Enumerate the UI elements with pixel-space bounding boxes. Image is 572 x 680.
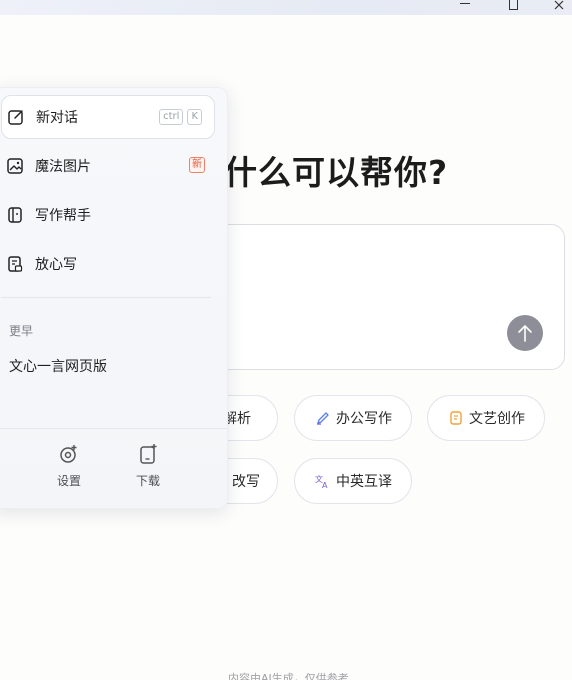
document-icon (447, 409, 465, 427)
close-icon (554, 0, 564, 9)
maximize-icon (508, 0, 518, 10)
history-item[interactable]: 文心一言网页版 (9, 356, 107, 376)
history-section-label: 更早 (9, 324, 34, 338)
divider (0, 428, 227, 429)
sidebar-item-new-chat[interactable]: 新对话 ctrl K (1, 95, 215, 139)
arrow-up-icon (518, 325, 532, 342)
secure-doc-icon (5, 254, 25, 274)
download-button[interactable]: 下载 (123, 442, 173, 492)
page-title: 什么可以帮你? (224, 153, 449, 192)
ai-disclaimer: 内容由AI生成，仅供参考 (228, 672, 349, 680)
download-device-icon (136, 442, 160, 466)
sidebar-item-label: 新对话 (36, 110, 78, 126)
notebook-icon (5, 205, 25, 225)
chip-label: 中英互译 (336, 474, 392, 490)
sidebar-panel: 新对话 ctrl K 魔法图片 新 写作帮手 放心写 更早 文心一言网页版 设置… (0, 87, 228, 509)
maximize-button[interactable] (498, 0, 528, 15)
prompt-chip-translate[interactable]: 文 A 中英互译 (294, 458, 412, 504)
edit-icon (6, 107, 26, 127)
chip-label: 办公写作 (336, 411, 392, 427)
new-badge: 新 (189, 157, 205, 173)
settings-label: 设置 (56, 474, 81, 488)
send-button[interactable] (507, 315, 543, 351)
chat-input-box[interactable] (200, 224, 565, 370)
settings-button[interactable]: 设置 (44, 442, 94, 492)
image-icon (5, 156, 25, 176)
sidebar-item-writing-assistant[interactable]: 写作帮手 (1, 193, 215, 237)
keyboard-shortcut: ctrl K (159, 109, 202, 125)
sidebar-item-label: 写作帮手 (35, 208, 91, 224)
download-label: 下载 (135, 474, 160, 488)
close-button[interactable] (544, 0, 572, 15)
settings-icon (57, 442, 81, 466)
chip-label: 改写 (232, 474, 260, 490)
minimize-icon (460, 2, 470, 4)
window-titlebar (0, 0, 572, 15)
sidebar-item-safe-write[interactable]: 放心写 (1, 242, 215, 286)
sidebar-item-label: 魔法图片 (35, 159, 91, 175)
minimize-button[interactable] (450, 0, 480, 15)
sidebar-item-label: 放心写 (35, 257, 77, 273)
chip-label: 文艺创作 (469, 411, 525, 427)
pen-icon (314, 409, 332, 427)
prompt-chip-creative-writing[interactable]: 文艺创作 (427, 395, 545, 441)
translate-icon: 文 A (314, 472, 332, 490)
prompt-chip-office-writing[interactable]: 办公写作 (294, 395, 412, 441)
shortcut-key: K (187, 109, 202, 125)
divider (1, 297, 211, 298)
svg-text:A: A (322, 481, 328, 489)
shortcut-key: ctrl (159, 109, 184, 125)
sidebar-item-magic-image[interactable]: 魔法图片 新 (1, 144, 215, 188)
